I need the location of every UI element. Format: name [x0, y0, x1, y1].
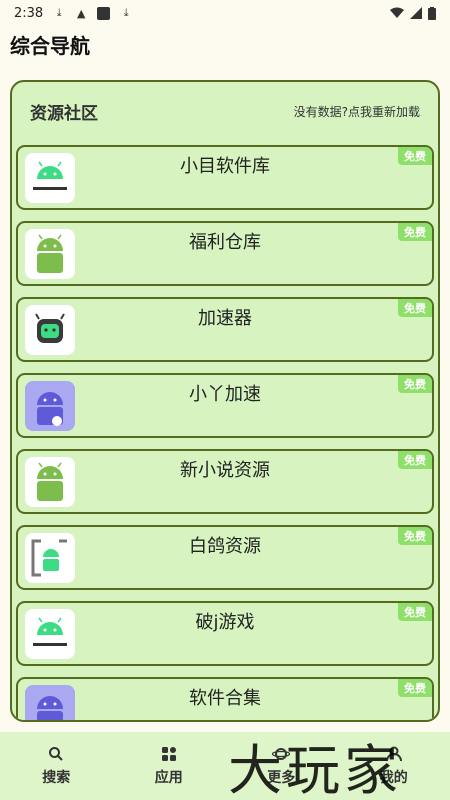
- search-icon: [49, 747, 63, 761]
- notification-icon: ▲: [76, 6, 86, 20]
- list-item[interactable]: 加速器 免费: [16, 297, 434, 362]
- status-time: 2:38: [14, 5, 44, 21]
- nav-more[interactable]: 更多: [225, 732, 338, 800]
- free-badge: 免费: [398, 679, 432, 697]
- nav-label: 搜索: [42, 770, 71, 786]
- app-name: 新小说资源: [180, 460, 270, 481]
- app-name: 福利仓库: [189, 232, 261, 253]
- app-name: 小目软件库: [180, 156, 270, 177]
- nav-label: 应用: [154, 770, 183, 786]
- wifi-icon: [390, 7, 404, 18]
- app-name: 加速器: [198, 308, 252, 329]
- planet-icon: [272, 748, 291, 760]
- nav-search[interactable]: 搜索: [0, 732, 113, 800]
- apps-icon: [161, 747, 176, 761]
- free-badge: 免费: [398, 375, 432, 393]
- panel-header: 资源社区 没有数据?点我重新加载: [12, 82, 438, 140]
- app-name: 白鸽资源: [189, 536, 261, 557]
- list-item[interactable]: 福利仓库 免费: [16, 221, 434, 286]
- app-name: 软件合集: [189, 688, 261, 709]
- nav-apps[interactable]: 应用: [113, 732, 226, 800]
- nav-mine[interactable]: 我的: [338, 732, 450, 800]
- download-icon: ⤓: [56, 6, 62, 19]
- list-item[interactable]: 白鸽资源 免费: [16, 525, 434, 590]
- page-title: 综合导航: [10, 34, 90, 58]
- app-name: 破j游戏: [195, 612, 255, 633]
- user-icon: [385, 746, 402, 762]
- app-notification-icon: [97, 6, 111, 20]
- reload-link[interactable]: 没有数据?点我重新加载: [294, 103, 420, 120]
- signal-icon: [410, 7, 422, 19]
- panel-title: 资源社区: [30, 103, 98, 124]
- free-badge: 免费: [398, 223, 432, 241]
- free-badge: 免费: [398, 299, 432, 317]
- nav-label: 我的: [379, 770, 408, 786]
- list-item[interactable]: 小丫加速 免费: [16, 373, 434, 438]
- status-bar: 2:38 ⤓ ▲ ⤓: [0, 0, 450, 26]
- list-item[interactable]: 新小说资源 免费: [16, 449, 434, 514]
- list-item[interactable]: 小目软件库 免费: [16, 145, 434, 210]
- list-item[interactable]: 软件合集 免费: [16, 677, 434, 720]
- free-badge: 免费: [398, 451, 432, 469]
- bottom-nav: 搜索 应用 更多 我的: [0, 732, 450, 800]
- download-icon: ⤓: [123, 6, 129, 19]
- list-item[interactable]: 破j游戏 免费: [16, 601, 434, 666]
- app-name: 小丫加速: [189, 384, 261, 405]
- battery-icon: [428, 6, 436, 20]
- resource-panel: 资源社区 没有数据?点我重新加载 小目软件库 免费 福利仓库 免费 加速器 免费…: [10, 80, 440, 722]
- free-badge: 免费: [398, 603, 432, 621]
- nav-label: 更多: [267, 770, 296, 786]
- free-badge: 免费: [398, 147, 432, 165]
- free-badge: 免费: [398, 527, 432, 545]
